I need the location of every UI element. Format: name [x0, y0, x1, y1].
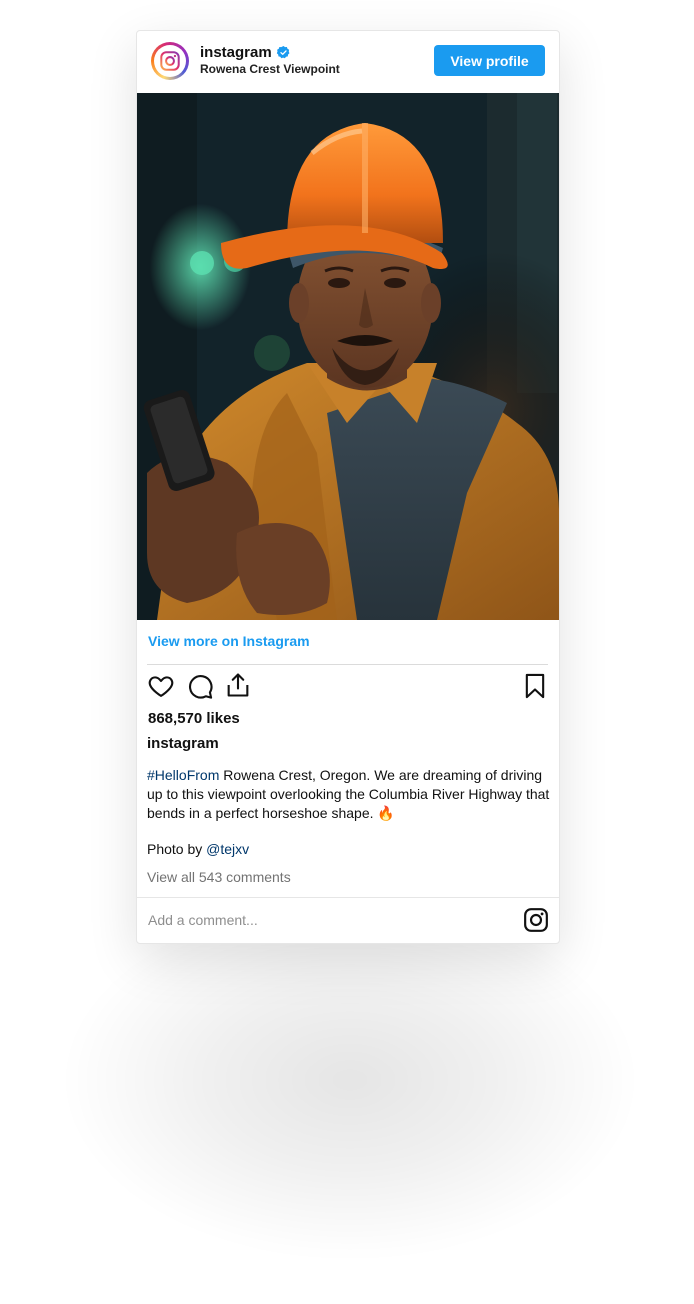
account-name[interactable]: instagram [200, 44, 272, 61]
credit-handle-link[interactable]: @tejxv [206, 841, 249, 857]
caption-username[interactable]: instagram [147, 735, 219, 752]
view-profile-button[interactable]: View profile [434, 45, 545, 76]
post-header: instagram Rowena Crest Viewpoint View pr… [137, 31, 559, 93]
bookmark-icon[interactable] [521, 672, 549, 700]
comment-icon[interactable] [186, 672, 214, 700]
photo-credit: Photo by @tejxv [147, 841, 249, 857]
share-icon[interactable] [224, 671, 252, 699]
heart-icon[interactable] [147, 672, 175, 700]
instagram-logo-icon [160, 51, 180, 71]
likes-count[interactable]: 868,570 likes [148, 710, 240, 727]
verified-badge-icon [276, 45, 290, 59]
post-location[interactable]: Rowena Crest Viewpoint [200, 62, 340, 76]
card-shadow [60, 900, 640, 1260]
post-caption: #HelloFrom Rowena Crest, Oregon. We are … [147, 766, 551, 823]
account-avatar[interactable] [151, 42, 189, 80]
credit-prefix: Photo by [147, 841, 207, 857]
view-comments-link[interactable]: View all 543 comments [147, 869, 291, 885]
instagram-embed-card: instagram Rowena Crest Viewpoint View pr… [136, 30, 560, 944]
post-photo[interactable] [137, 93, 559, 620]
view-more-link[interactable]: View more on Instagram [148, 633, 310, 649]
divider [147, 664, 548, 665]
divider [137, 897, 559, 898]
hashtag-link[interactable]: #HelloFrom [147, 767, 219, 783]
comment-input[interactable] [148, 909, 508, 931]
instagram-icon[interactable] [523, 907, 549, 933]
